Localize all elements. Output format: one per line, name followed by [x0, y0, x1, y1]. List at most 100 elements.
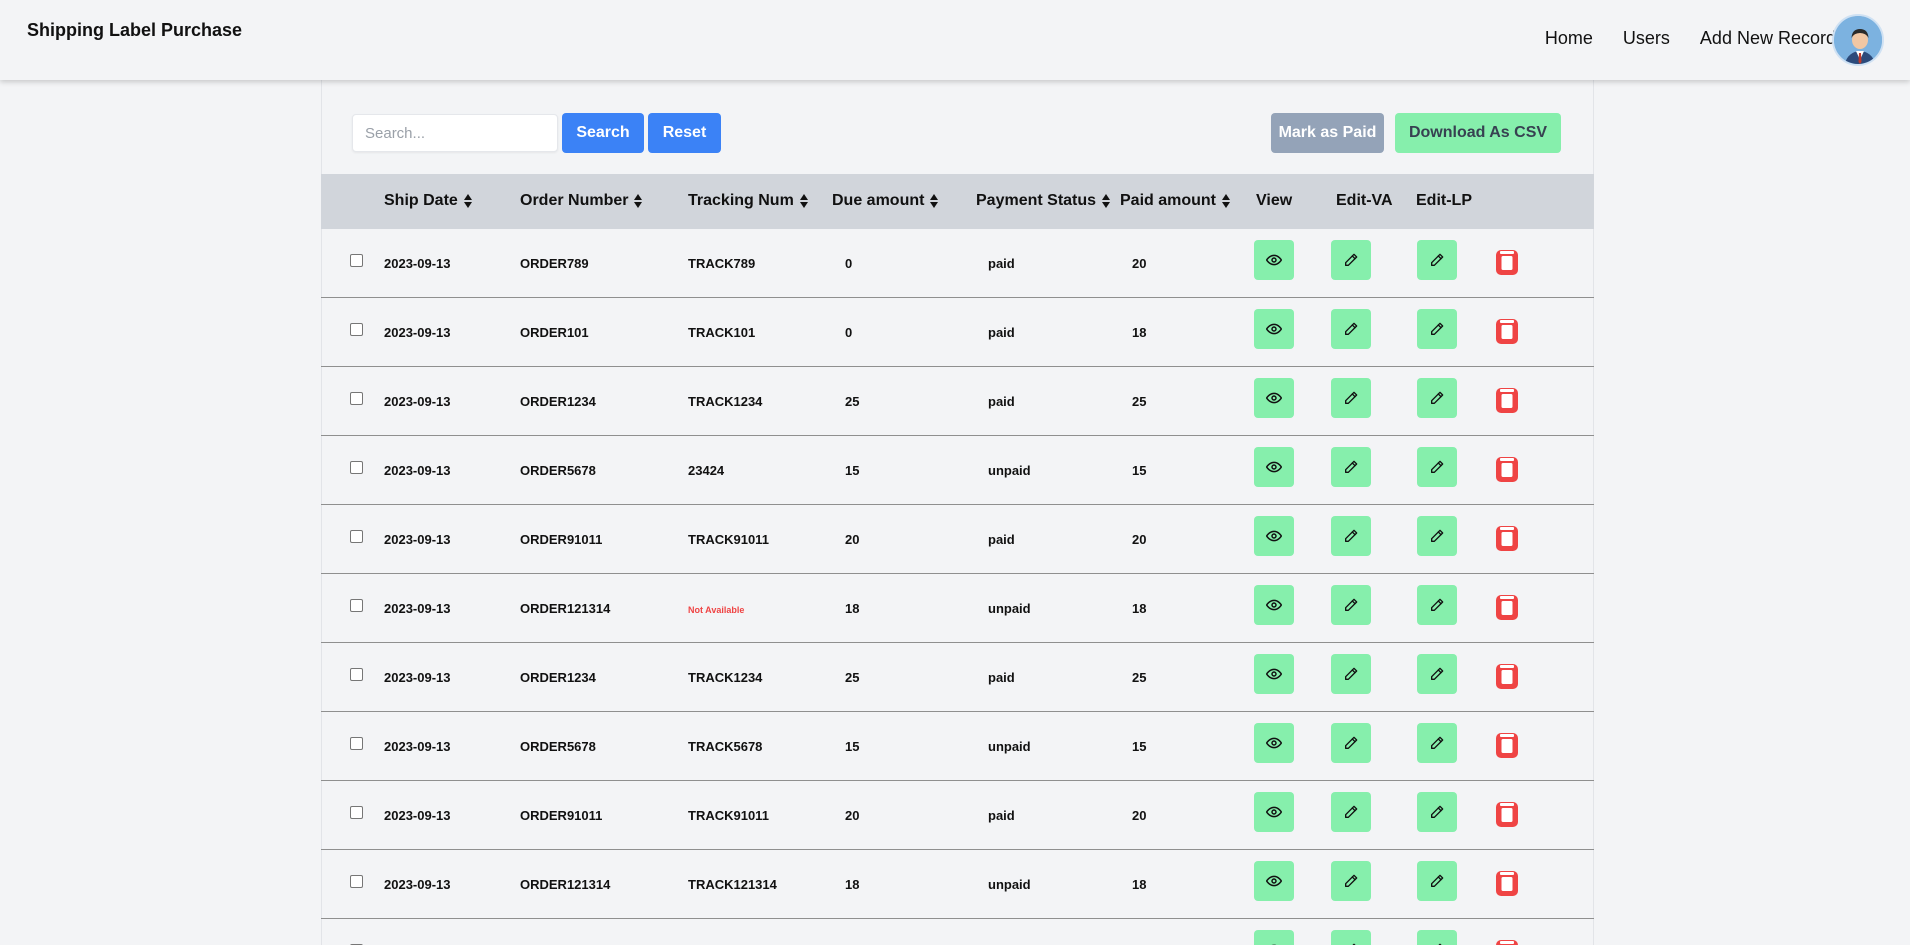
row-checkbox[interactable]: [350, 530, 363, 543]
sort-icon[interactable]: [799, 194, 809, 208]
cell-tracking-num: TRACK91011: [688, 532, 769, 547]
view-button[interactable]: [1254, 723, 1294, 763]
delete-button[interactable]: [1495, 385, 1519, 413]
edit-lp-button[interactable]: [1417, 654, 1457, 694]
pencil-icon: [1343, 597, 1359, 613]
search-button[interactable]: Search: [562, 113, 644, 153]
edit-lp-button[interactable]: [1417, 930, 1457, 945]
delete-button[interactable]: [1495, 661, 1519, 689]
view-button[interactable]: [1254, 240, 1294, 280]
sort-icon[interactable]: [1222, 194, 1231, 208]
delete-button[interactable]: [1495, 730, 1519, 758]
delete-button[interactable]: [1495, 799, 1519, 827]
column-header-edit-va: Edit-VA: [1336, 192, 1393, 209]
view-button[interactable]: [1254, 654, 1294, 694]
edit-va-button[interactable]: [1331, 585, 1371, 625]
edit-lp-button[interactable]: [1417, 240, 1457, 280]
view-button[interactable]: [1254, 585, 1294, 625]
sort-icon[interactable]: [463, 194, 473, 208]
column-header-due-amount[interactable]: Due amount: [832, 192, 939, 210]
mark-as-paid-button[interactable]: Mark as Paid: [1271, 113, 1384, 153]
nav-home-link[interactable]: Home: [1545, 28, 1593, 49]
edit-va-button[interactable]: [1331, 654, 1371, 694]
nav-users-link[interactable]: Users: [1623, 28, 1670, 49]
eye-icon: [1266, 804, 1282, 820]
delete-button[interactable]: [1495, 523, 1519, 551]
row-checkbox[interactable]: [350, 737, 363, 750]
view-button[interactable]: [1254, 309, 1294, 349]
table-row: 2023-09-13 ORDER5678 TRACK5678 15 unpaid 15: [321, 712, 1594, 781]
search-input[interactable]: [352, 114, 558, 152]
view-button[interactable]: [1254, 447, 1294, 487]
view-button[interactable]: [1254, 930, 1294, 945]
edit-lp-button[interactable]: [1417, 861, 1457, 901]
row-checkbox[interactable]: [350, 806, 363, 819]
trash-icon: [1495, 385, 1519, 413]
row-checkbox[interactable]: [350, 875, 363, 888]
nav-add-new-record-link[interactable]: Add New Record: [1700, 28, 1836, 49]
edit-va-button[interactable]: [1331, 723, 1371, 763]
column-header-order-number[interactable]: Order Number: [520, 192, 643, 210]
edit-lp-button[interactable]: [1417, 792, 1457, 832]
edit-va-button[interactable]: [1331, 378, 1371, 418]
column-header-tracking-num[interactable]: Tracking Num: [688, 192, 809, 210]
cell-order-number: ORDER91011: [520, 808, 603, 823]
column-header-payment-status[interactable]: Payment Status: [976, 192, 1111, 210]
sort-icon[interactable]: [634, 194, 643, 208]
cell-paid-amount: 25: [1132, 394, 1147, 409]
delete-button[interactable]: [1495, 247, 1519, 275]
edit-lp-button[interactable]: [1417, 585, 1457, 625]
row-checkbox[interactable]: [350, 599, 363, 612]
edit-va-button[interactable]: [1331, 447, 1371, 487]
delete-button[interactable]: [1495, 592, 1519, 620]
edit-lp-button[interactable]: [1417, 516, 1457, 556]
row-checkbox[interactable]: [350, 461, 363, 474]
delete-button[interactable]: [1495, 937, 1519, 945]
edit-lp-button[interactable]: [1417, 447, 1457, 487]
cell-tracking-num: 23424: [688, 463, 725, 478]
view-button[interactable]: [1254, 378, 1294, 418]
view-button[interactable]: [1254, 792, 1294, 832]
edit-lp-button[interactable]: [1417, 723, 1457, 763]
cell-due-amount: 20: [845, 532, 860, 547]
cell-due-amount: 20: [845, 808, 860, 823]
cell-due-amount: 25: [845, 394, 860, 409]
cell-payment-status: paid: [988, 808, 1015, 823]
delete-button[interactable]: [1495, 868, 1519, 896]
cell-ship-date: 2023-09-13: [384, 808, 451, 823]
cell-ship-date: 2023-09-13: [384, 670, 451, 685]
pencil-icon: [1343, 321, 1359, 337]
reset-button[interactable]: Reset: [648, 113, 721, 153]
pencil-icon: [1429, 873, 1445, 889]
column-header-ship-date[interactable]: Ship Date: [384, 192, 473, 210]
cell-paid-amount: 15: [1132, 739, 1147, 754]
trash-icon: [1495, 730, 1519, 758]
edit-lp-button[interactable]: [1417, 378, 1457, 418]
pencil-icon: [1429, 597, 1445, 613]
row-checkbox[interactable]: [350, 254, 363, 267]
row-checkbox[interactable]: [350, 668, 363, 681]
table-row: 2023-09-13 ORDER5678 23424 15 unpaid 15: [321, 436, 1594, 505]
edit-va-button[interactable]: [1331, 240, 1371, 280]
view-button[interactable]: [1254, 861, 1294, 901]
cell-order-number: ORDER5678: [520, 739, 596, 754]
edit-lp-button[interactable]: [1417, 309, 1457, 349]
edit-va-button[interactable]: [1331, 309, 1371, 349]
eye-icon: [1266, 321, 1282, 337]
view-button[interactable]: [1254, 516, 1294, 556]
edit-va-button[interactable]: [1331, 861, 1371, 901]
row-checkbox[interactable]: [350, 392, 363, 405]
sort-icon[interactable]: [930, 194, 939, 208]
sort-icon[interactable]: [1102, 194, 1111, 208]
edit-va-button[interactable]: [1331, 516, 1371, 556]
cell-paid-amount: 25: [1132, 670, 1147, 685]
edit-va-button[interactable]: [1331, 930, 1371, 945]
delete-button[interactable]: [1495, 454, 1519, 482]
edit-va-button[interactable]: [1331, 792, 1371, 832]
pencil-icon: [1429, 735, 1445, 751]
avatar[interactable]: [1832, 14, 1884, 66]
row-checkbox[interactable]: [350, 323, 363, 336]
delete-button[interactable]: [1495, 316, 1519, 344]
column-header-paid-amount[interactable]: Paid amount: [1120, 192, 1231, 210]
download-csv-button[interactable]: Download As CSV: [1395, 113, 1561, 153]
